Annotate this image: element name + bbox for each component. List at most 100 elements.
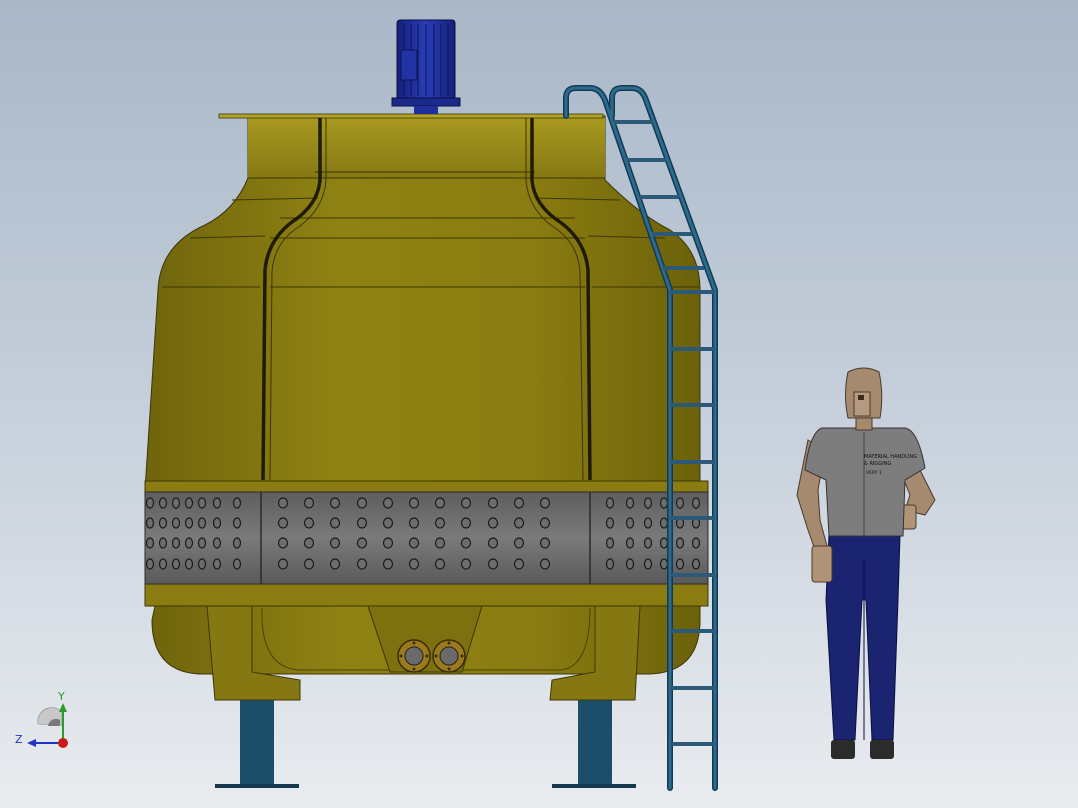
louver-hole — [408, 537, 420, 549]
louver-hole — [487, 497, 499, 509]
louver-hole — [434, 517, 446, 529]
louver-hole — [625, 537, 635, 549]
louver-hole — [659, 558, 669, 570]
louver-hole — [145, 558, 155, 570]
louver-hole — [408, 497, 420, 509]
fan-motor — [391, 19, 461, 114]
shirt-text-line-1: MATERIAL HANDLING — [864, 454, 917, 460]
louver-hole — [513, 517, 525, 529]
louver-hole — [329, 497, 341, 509]
louver-hole — [460, 517, 472, 529]
louver-hole — [212, 497, 222, 509]
louver-hole — [539, 558, 551, 570]
coordinate-axes-icon[interactable]: Y Z — [15, 690, 68, 748]
louver-hole — [158, 497, 168, 509]
louver-hole — [171, 558, 181, 570]
tower-legs — [215, 700, 636, 788]
louver-hole — [197, 497, 207, 509]
louver-hole — [277, 497, 289, 509]
louver-hole — [184, 558, 194, 570]
louver-hole — [691, 537, 701, 549]
louver-hole — [434, 558, 446, 570]
louver-hole — [382, 537, 394, 549]
louver-hole — [356, 558, 368, 570]
louver-hole — [303, 558, 315, 570]
louver-hole — [434, 537, 446, 549]
louver-hole — [171, 537, 181, 549]
louver-hole — [675, 558, 685, 570]
louver-hole — [145, 517, 155, 529]
louver-hole — [145, 497, 155, 509]
louver-hole — [460, 558, 472, 570]
louver-hole — [625, 497, 635, 509]
cad-scene: MATERIAL HANDLING & RIGGING VERY 1 Y Z — [15, 19, 936, 791]
shirt-text-line-2: & RIGGING — [864, 461, 891, 467]
louver-hole — [232, 497, 242, 509]
louver-hole — [382, 497, 394, 509]
z-axis-label: Z — [15, 733, 23, 746]
louver-hole — [171, 517, 181, 529]
louver-hole — [277, 537, 289, 549]
louver-hole — [408, 558, 420, 570]
shirt-text-line-3: VERY 1 — [866, 470, 882, 476]
human-scale-figure[interactable]: MATERIAL HANDLING & RIGGING VERY 1 — [796, 367, 936, 759]
louver-hole — [539, 517, 551, 529]
louver-hole — [171, 497, 181, 509]
louver-hole — [675, 537, 685, 549]
louver-hole — [513, 537, 525, 549]
louver-hole — [329, 537, 341, 549]
louver-hole — [145, 537, 155, 549]
louver-hole — [513, 497, 525, 509]
louver-hole — [659, 537, 669, 549]
louver-hole — [460, 497, 472, 509]
louver-hole — [212, 558, 222, 570]
louver-hole — [643, 497, 653, 509]
louver-hole — [513, 558, 525, 570]
louver-hole — [434, 497, 446, 509]
louver-hole — [212, 517, 222, 529]
louver-hole — [643, 537, 653, 549]
louver-hole — [625, 558, 635, 570]
louver-hole — [184, 517, 194, 529]
louver-hole — [329, 558, 341, 570]
louver-hole — [212, 537, 222, 549]
louver-hole — [356, 517, 368, 529]
louver-hole — [303, 497, 315, 509]
louver-hole — [643, 558, 653, 570]
louver-hole — [184, 537, 194, 549]
louver-hole — [605, 517, 615, 529]
louver-hole — [659, 497, 669, 509]
louver-hole — [487, 517, 499, 529]
louver-hole — [605, 558, 615, 570]
louver-hole — [605, 537, 615, 549]
louver-hole — [303, 537, 315, 549]
louver-hole — [232, 537, 242, 549]
louver-hole — [158, 537, 168, 549]
louver-hole — [539, 537, 551, 549]
louver-hole — [277, 558, 289, 570]
louver-hole — [356, 497, 368, 509]
cooling-tower[interactable] — [144, 19, 709, 788]
louver-hole — [408, 517, 420, 529]
louver-hole — [382, 558, 394, 570]
louver-hole — [539, 497, 551, 509]
louver-hole — [625, 517, 635, 529]
louver-band — [144, 491, 709, 585]
louver-hole — [356, 537, 368, 549]
louver-hole — [659, 517, 669, 529]
louver-hole — [232, 558, 242, 570]
y-axis-label: Y — [57, 690, 65, 703]
louver-hole — [158, 517, 168, 529]
louver-hole — [605, 497, 615, 509]
louver-hole — [197, 517, 207, 529]
cad-viewport[interactable]: MATERIAL HANDLING & RIGGING VERY 1 Y Z — [0, 0, 1078, 808]
louver-hole — [675, 497, 685, 509]
louver-hole — [691, 497, 701, 509]
louver-hole — [232, 517, 242, 529]
louver-hole — [487, 537, 499, 549]
louver-hole — [487, 558, 499, 570]
louver-hole — [382, 517, 394, 529]
louver-hole — [460, 537, 472, 549]
louver-hole — [158, 558, 168, 570]
louver-hole — [197, 537, 207, 549]
